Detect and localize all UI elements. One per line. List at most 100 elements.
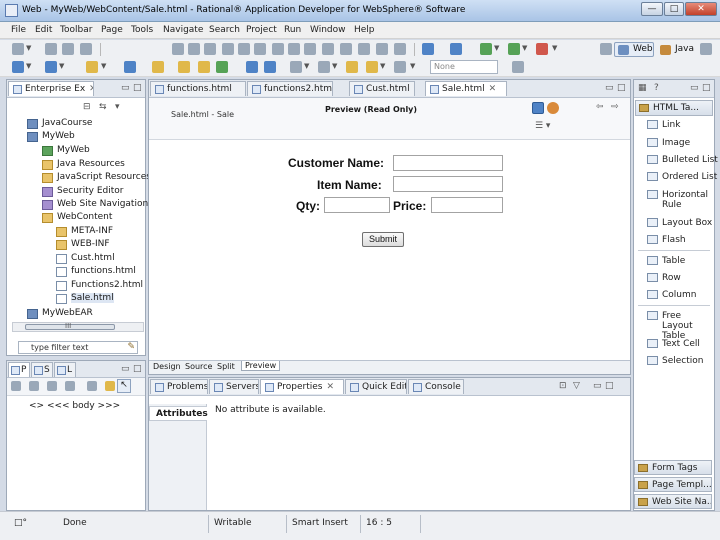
- minimize-button[interactable]: —: [641, 2, 663, 16]
- tab-source[interactable]: Source: [185, 362, 212, 371]
- tree-item[interactable]: MyWeb: [27, 131, 75, 142]
- menu-toolbar[interactable]: Toolbar: [60, 25, 92, 35]
- font-combo[interactable]: None: [430, 60, 498, 74]
- align-justify-icon[interactable]: [272, 43, 284, 55]
- menu-file[interactable]: File: [11, 25, 26, 35]
- outline-tool-icon[interactable]: [29, 381, 39, 391]
- perspective-web[interactable]: Web: [614, 42, 654, 57]
- outline-body-node[interactable]: <> <<< body >>>: [29, 401, 120, 411]
- explorer-horizontal-scrollbar[interactable]: III: [12, 322, 144, 332]
- tree-item[interactable]: MyWeb: [42, 145, 90, 156]
- chevron-down-icon[interactable]: ▼: [101, 62, 106, 70]
- chevron-down-icon[interactable]: ▼: [494, 44, 499, 52]
- link-icon[interactable]: [178, 61, 190, 73]
- tree-item[interactable]: MyWebEAR: [27, 308, 93, 319]
- outline-tool-icon[interactable]: [87, 381, 97, 391]
- validate-icon[interactable]: [216, 61, 228, 73]
- tab-problems[interactable]: Problems: [150, 379, 208, 394]
- link-editor-icon[interactable]: ⇆: [99, 102, 107, 112]
- numbered-list-icon[interactable]: [340, 43, 352, 55]
- close-button[interactable]: ✕: [685, 2, 717, 16]
- palette-item-selection[interactable]: Selection: [662, 356, 703, 366]
- last-edit-icon[interactable]: [346, 61, 358, 73]
- tab-sale-html[interactable]: Sale.html ✕: [425, 81, 507, 96]
- tab-cust-html[interactable]: Cust.html: [349, 81, 415, 96]
- align-right-icon[interactable]: [254, 43, 266, 55]
- drawer-page-templates[interactable]: Page Templ...: [634, 477, 712, 492]
- minimize-icon[interactable]: ▭: [690, 83, 699, 93]
- maximize-icon[interactable]: □: [617, 83, 626, 93]
- globe-icon[interactable]: [45, 61, 57, 73]
- submit-button[interactable]: Submit: [362, 232, 404, 247]
- palette-item-ordered-list[interactable]: Ordered List: [662, 172, 717, 182]
- attributes-tab[interactable]: Attributes: [149, 406, 208, 421]
- open-perspective-icon[interactable]: [600, 43, 612, 55]
- insert-icon[interactable]: [358, 43, 370, 55]
- tab-console[interactable]: Console: [408, 379, 464, 394]
- indent-icon[interactable]: [288, 43, 300, 55]
- chevron-down-icon[interactable]: ▼: [26, 62, 31, 70]
- run-icon[interactable]: [508, 43, 520, 55]
- palette-item-link[interactable]: Link: [662, 120, 680, 130]
- outline-tool-icon[interactable]: [65, 381, 75, 391]
- tab-functions2-html[interactable]: functions2.html: [247, 81, 333, 96]
- selection-tool-icon[interactable]: ↖: [117, 379, 131, 393]
- maximize-icon[interactable]: □: [702, 83, 711, 93]
- wand-icon[interactable]: [86, 61, 98, 73]
- outline-tool-icon[interactable]: [105, 381, 115, 391]
- chevron-down-icon[interactable]: ▼: [552, 44, 557, 52]
- border-icon[interactable]: [376, 43, 388, 55]
- tree-item[interactable]: META-INF: [56, 226, 113, 237]
- tree-item-selected[interactable]: Sale.html: [56, 293, 114, 304]
- palette-item-text-cell[interactable]: Text Cell: [662, 339, 700, 349]
- tab-split[interactable]: Split: [217, 362, 235, 371]
- tab-servers[interactable]: Servers: [209, 379, 259, 394]
- tab-functions-html[interactable]: functions.html: [150, 81, 246, 96]
- item-name-input[interactable]: [393, 176, 503, 192]
- debug-icon[interactable]: [450, 43, 462, 55]
- outline-tool-icon[interactable]: [11, 381, 21, 391]
- menu-tools[interactable]: Tools: [131, 25, 153, 35]
- close-icon[interactable]: ✕: [326, 382, 334, 392]
- minimize-icon[interactable]: ▭: [605, 83, 614, 93]
- tab-snippets[interactable]: S: [31, 362, 53, 377]
- new-project-icon[interactable]: [12, 61, 24, 73]
- menu-navigate[interactable]: Navigate: [163, 25, 203, 35]
- tab-quick-edit[interactable]: Quick Edit: [345, 379, 407, 394]
- chevron-down-icon[interactable]: ▼: [522, 44, 527, 52]
- tab-enterprise-explorer[interactable]: Enterprise Ex✕: [8, 81, 94, 96]
- view-menu-icon[interactable]: ▾: [115, 102, 120, 112]
- tree-item[interactable]: Security Editor: [42, 186, 123, 197]
- html-tags-drawer[interactable]: HTML Ta...: [635, 100, 713, 116]
- palette-item-bulleted-list[interactable]: Bulleted List: [662, 155, 718, 165]
- tab-design[interactable]: Design: [153, 362, 181, 371]
- minimize-icon[interactable]: ▭: [121, 364, 130, 374]
- server-icon[interactable]: [422, 43, 434, 55]
- list-icon[interactable]: [322, 43, 334, 55]
- chevron-down-icon[interactable]: ▼: [59, 62, 64, 70]
- tree-item[interactable]: functions.html: [56, 266, 136, 277]
- maximize-icon[interactable]: □: [133, 364, 142, 374]
- print-icon[interactable]: [80, 43, 92, 55]
- close-icon[interactable]: ✕: [489, 84, 497, 94]
- tree-item[interactable]: Cust.html: [56, 253, 115, 264]
- debug-run-icon[interactable]: [480, 43, 492, 55]
- chevron-down-icon[interactable]: ▼: [380, 62, 385, 70]
- drawer-form-tags[interactable]: Form Tags: [634, 460, 712, 475]
- save-icon[interactable]: [45, 43, 57, 55]
- customer-name-input[interactable]: [393, 155, 503, 171]
- palette-item-free-layout-table[interactable]: Free Layout Table: [662, 311, 710, 341]
- menu-help[interactable]: Help: [354, 25, 375, 35]
- tree-item[interactable]: WEB-INF: [56, 239, 110, 250]
- chevron-down-icon[interactable]: ▼: [26, 44, 31, 52]
- back-icon[interactable]: ⇦: [596, 102, 604, 112]
- browser-icon[interactable]: [532, 102, 544, 114]
- outline-tool-icon[interactable]: [47, 381, 57, 391]
- prev-annotation-icon[interactable]: [318, 61, 330, 73]
- palette-item-row[interactable]: Row: [662, 273, 681, 283]
- sort-icon[interactable]: [264, 61, 276, 73]
- tab-properties-outline[interactable]: P: [8, 362, 30, 377]
- firefox-icon[interactable]: [547, 102, 559, 114]
- maximize-icon[interactable]: □: [605, 381, 614, 391]
- help-icon[interactable]: ?: [654, 83, 659, 93]
